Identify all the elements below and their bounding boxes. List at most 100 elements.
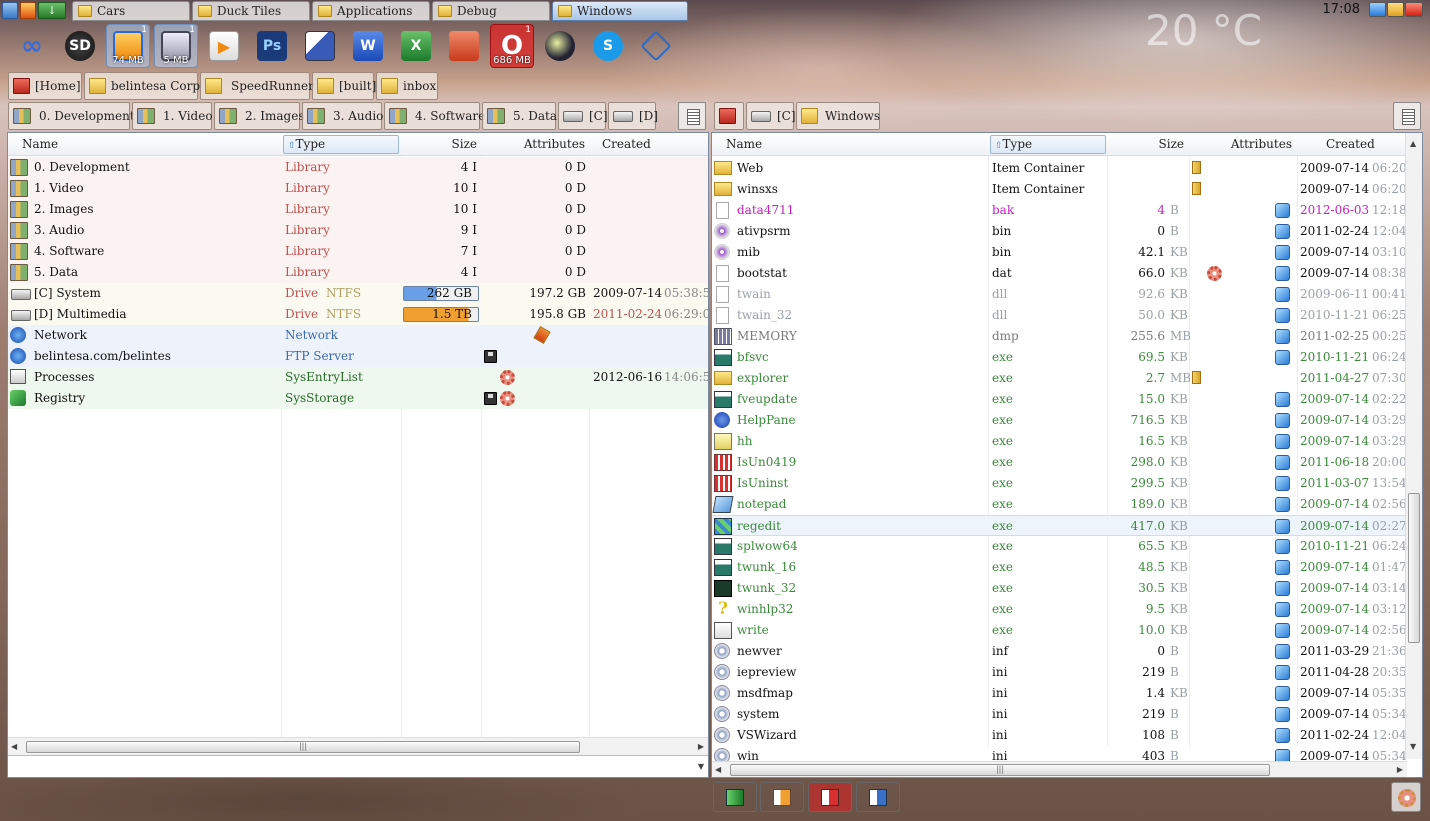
terminal-button[interactable] <box>634 24 678 68</box>
settings-button[interactable] <box>1391 782 1421 812</box>
right-scroll-thumb[interactable] <box>1408 493 1420 643</box>
column-name[interactable]: Name <box>18 133 286 156</box>
app-logo-icon[interactable] <box>2 2 18 19</box>
table-row[interactable]: bfsvc exe 69.5 KB 2010-11-21 06:24: <box>712 347 1422 368</box>
table-row[interactable]: twain_32 dll 50.0 KB 2010-11-21 06:25: <box>712 305 1422 326</box>
minimize-button[interactable] <box>1369 2 1386 17</box>
skype-button[interactable]: S <box>586 24 630 68</box>
tab-cars[interactable]: Cars <box>72 1 190 21</box>
table-row[interactable]: 5. Data Library 4 I 0 D <box>8 262 708 283</box>
table-row[interactable]: 0. Development Library 4 I 0 D <box>8 157 708 178</box>
sd-app-button[interactable]: SD <box>58 24 102 68</box>
left-command-line[interactable]: ▼ <box>8 755 708 777</box>
drive-d-button[interactable]: [D] <box>608 102 658 130</box>
scroll-up-icon[interactable]: ▲ <box>1410 139 1416 148</box>
column-type[interactable]: ⇧Type <box>283 135 399 154</box>
favorite-built[interactable]: [built] <box>312 72 376 100</box>
tab-windows[interactable]: Windows <box>552 1 688 21</box>
right-drive-c-button[interactable]: [C] <box>746 102 796 130</box>
library-software[interactable]: 4. Software <box>384 102 485 130</box>
layout-green-button[interactable] <box>713 782 757 812</box>
right-folder-windows[interactable]: Windows <box>796 102 880 130</box>
maximize-button[interactable] <box>1387 2 1404 17</box>
left-horizontal-scrollbar[interactable]: ◀ ||| ▶ <box>8 737 708 755</box>
column-attributes[interactable]: Attributes <box>483 133 591 156</box>
table-row[interactable]: system ini 219 B 2009-07-14 05:34: <box>712 704 1422 725</box>
table-row[interactable]: 4. Software Library 7 I 0 D <box>8 241 708 262</box>
table-row[interactable]: Registry SysStorage <box>8 388 708 409</box>
scroll-left-icon[interactable]: ◀ <box>715 765 721 774</box>
layout-blue-button[interactable] <box>856 782 900 812</box>
column-size[interactable]: Size <box>403 133 483 156</box>
download-icon[interactable]: ↓ <box>38 2 66 19</box>
favorite-speedrunner[interactable]: SpeedRunner <box>200 72 314 100</box>
layout-orange-button[interactable] <box>760 782 804 812</box>
favorite-belintesa-corp[interactable]: belintesa Corp <box>84 72 200 100</box>
ball-app-button[interactable] <box>538 24 582 68</box>
library-images[interactable]: 2. Images <box>214 102 304 130</box>
table-row[interactable]: notepad exe 189.0 KB 2009-07-14 02:56: <box>712 494 1422 515</box>
table-row[interactable]: bootstat dat 66.0 KB 2009-07-14 08:38: <box>712 263 1422 284</box>
drive-c-button[interactable]: [C] <box>558 102 608 130</box>
table-row[interactable]: [C] System Drive NTFS 262 GB 197.2 GB 2009-07… <box>8 283 708 304</box>
favorite-inbox[interactable]: inbox <box>376 72 438 100</box>
right-vertical-scrollbar[interactable]: ▲ ▼ <box>1405 133 1422 759</box>
column-attributes[interactable]: Attributes <box>1190 133 1296 156</box>
table-row[interactable]: iepreview ini 219 B 2011-04-28 20:35: <box>712 662 1422 683</box>
table-row[interactable]: Processes SysEntryList 2012-06-1614:06:57 <box>8 367 708 388</box>
tab-applications[interactable]: Applications <box>312 1 430 21</box>
column-created[interactable]: Created <box>1322 133 1402 156</box>
media-player-button[interactable]: ▶ <box>202 24 246 68</box>
table-row[interactable]: fveupdate exe 15.0 KB 2009-07-14 02:22: <box>712 389 1422 410</box>
table-row[interactable]: [D] Multimedia Drive NTFS 1.5 TB 195.8 GB 201… <box>8 304 708 325</box>
table-row[interactable]: IsUninst exe 299.5 KB 2011-03-07 13:54: <box>712 473 1422 494</box>
column-name[interactable]: Name <box>722 133 990 156</box>
left-scroll-thumb[interactable]: ||| <box>26 741 580 753</box>
close-button[interactable] <box>1405 2 1423 17</box>
table-row[interactable]: newver inf 0 B 2011-03-29 21:36: <box>712 641 1422 662</box>
word-button[interactable]: W <box>346 24 390 68</box>
table-row[interactable]: twunk_32 exe 30.5 KB 2009-07-14 03:14: <box>712 578 1422 599</box>
table-row[interactable]: 1. Video Library 10 I 0 D <box>8 178 708 199</box>
scroll-down-icon[interactable]: ▼ <box>1410 742 1416 751</box>
photoshop-button[interactable]: Ps <box>250 24 294 68</box>
table-row[interactable]: ativpsrm bin 0 B 2011-02-24 12:04: <box>712 221 1422 242</box>
tab-duck-tiles[interactable]: Duck Tiles <box>192 1 310 21</box>
column-created[interactable]: Created <box>598 133 708 156</box>
infinity-app-button[interactable]: ∞ <box>10 24 54 68</box>
favorite-home[interactable]: [Home] <box>8 72 82 100</box>
library-audio[interactable]: 3. Audio <box>302 102 383 130</box>
table-row[interactable]: mib bin 42.1 KB 2009-07-14 03:10: <box>712 242 1422 263</box>
table-row[interactable]: HelpPane exe 716.5 KB 2009-07-14 03:29: <box>712 410 1422 431</box>
table-row[interactable]: hh exe 16.5 KB 2009-07-14 03:29: <box>712 431 1422 452</box>
table-row[interactable]: splwow64 exe 65.5 KB 2010-11-21 06:24: <box>712 536 1422 557</box>
scroll-right-icon[interactable]: ▶ <box>1397 765 1403 774</box>
table-row[interactable]: VSWizard ini 108 B 2011-02-24 12:04: <box>712 725 1422 746</box>
powerpoint-button[interactable] <box>442 24 486 68</box>
table-row[interactable]: Network Network <box>8 325 708 346</box>
library-development[interactable]: 0. Development <box>8 102 135 130</box>
table-row[interactable]: data4711 bak 4 B 2012-06-03 12:18: <box>712 200 1422 221</box>
column-size[interactable]: Size <box>1108 133 1188 156</box>
excel-button[interactable]: X <box>394 24 438 68</box>
right-horizontal-scrollbar[interactable]: ◀ ||| ▶ <box>712 761 1407 777</box>
right-pane-view-button[interactable] <box>1393 102 1421 130</box>
chevron-down-icon[interactable]: ▼ <box>698 762 704 771</box>
table-row[interactable]: 2. Images Library 10 I 0 D <box>8 199 708 220</box>
table-row[interactable]: 3. Audio Library 9 I 0 D <box>8 220 708 241</box>
window-app-button[interactable]: 1 74 MB <box>106 24 150 68</box>
column-type[interactable]: ⇧Type <box>990 135 1106 154</box>
left-pane-view-button[interactable] <box>678 102 706 130</box>
right-home-button[interactable] <box>714 102 744 130</box>
table-row[interactable]: explorer exe 2.7 MB 2011-04-27 07:30: <box>712 368 1422 389</box>
paint-button[interactable] <box>298 24 342 68</box>
table-row[interactable]: winsxs Item Container 2009-07-14 06:20: <box>712 179 1422 200</box>
scroll-right-icon[interactable]: ▶ <box>698 742 704 751</box>
table-row[interactable]: write exe 10.0 KB 2009-07-14 02:56: <box>712 620 1422 641</box>
table-row[interactable]: Web Item Container 2009-07-14 06:20: <box>712 158 1422 179</box>
table-row[interactable]: IsUn0419 exe 298.0 KB 2011-06-18 20:00: <box>712 452 1422 473</box>
right-scroll-thumb[interactable]: ||| <box>730 764 1270 776</box>
table-row[interactable]: twunk_16 exe 48.5 KB 2009-07-14 01:47: <box>712 557 1422 578</box>
library-data[interactable]: 5. Data <box>482 102 557 130</box>
scroll-left-icon[interactable]: ◀ <box>11 742 17 751</box>
